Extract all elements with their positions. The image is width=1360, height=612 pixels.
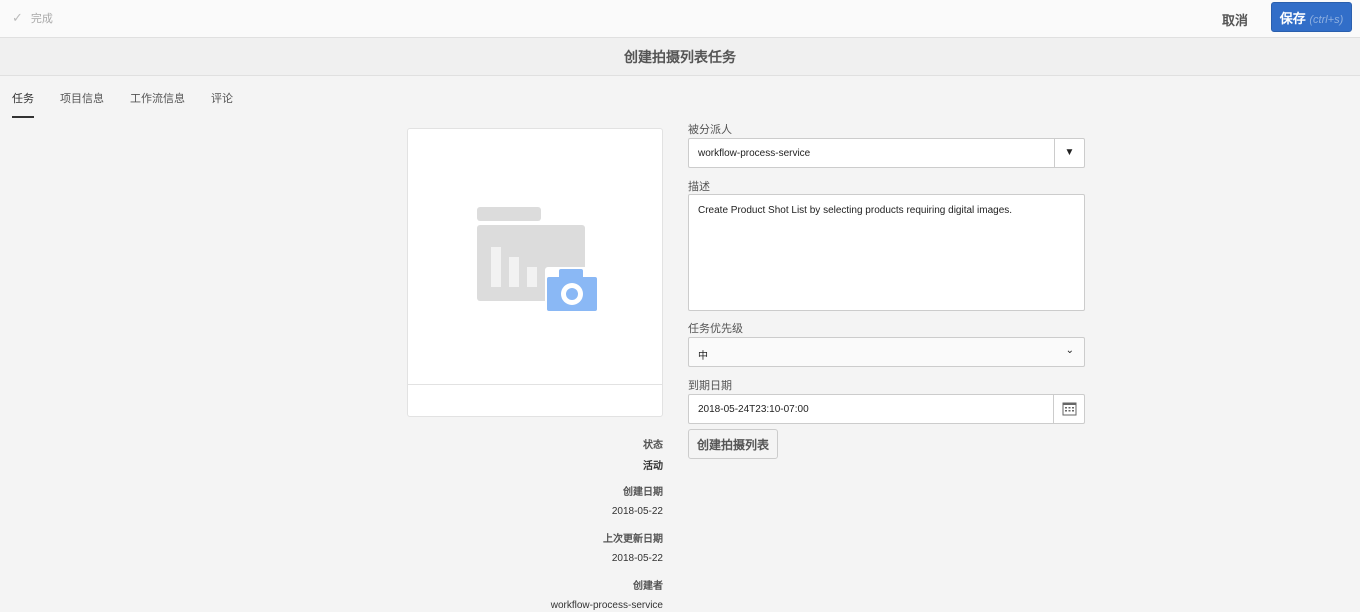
- due-date-label: 到期日期: [688, 380, 732, 392]
- meta-key: 创建日期: [623, 487, 663, 498]
- due-date-input[interactable]: 2018-05-24T23:10-07:00: [688, 394, 1085, 424]
- meta-status: 状态 活动: [407, 436, 663, 472]
- assignee-value: workflow-process-service: [698, 148, 811, 159]
- meta-value: 2018-05-22: [611, 506, 663, 517]
- meta-value: workflow-process-service: [550, 600, 663, 611]
- meta-created: 创建日期 2018-05-22: [407, 483, 663, 517]
- tab-comments[interactable]: 评论: [211, 90, 233, 118]
- thumbnail-card: [407, 128, 663, 417]
- due-date-value: 2018-05-24T23:10-07:00: [698, 404, 809, 415]
- save-label: 保存: [1279, 10, 1306, 26]
- meta-key: 状态: [643, 440, 663, 451]
- assignee-select[interactable]: workflow-process-service ▼: [688, 138, 1085, 168]
- meta-creator: 创建者 workflow-process-service: [407, 577, 663, 611]
- priority-value: 中: [698, 351, 708, 362]
- tab-bar: 任务 项目信息 工作流信息 评论: [12, 90, 233, 118]
- page-title: 创建拍摄列表任务: [0, 38, 1360, 76]
- meta-value: 2018-05-22: [611, 553, 663, 564]
- meta-key: 创建者: [633, 581, 663, 592]
- create-shot-list-button[interactable]: 创建拍摄列表: [688, 429, 779, 459]
- save-shortcut: (ctrl+s): [1309, 13, 1344, 26]
- card-divider: [408, 384, 662, 385]
- description-textarea[interactable]: Create Product Shot List by selecting pr…: [688, 194, 1085, 311]
- meta-key: 上次更新日期: [603, 534, 663, 545]
- chevron-down-icon: ⌄: [1065, 345, 1074, 356]
- done-button[interactable]: ✓ 完成: [12, 10, 53, 26]
- chevron-down-icon[interactable]: ▼: [1054, 139, 1084, 167]
- tab-project-info[interactable]: 项目信息: [60, 90, 104, 118]
- tab-workflow-info[interactable]: 工作流信息: [130, 90, 185, 118]
- cancel-button[interactable]: 取消: [1222, 10, 1248, 29]
- tab-task[interactable]: 任务: [12, 90, 34, 118]
- shot-list-thumbnail-icon: [477, 207, 599, 312]
- calendar-icon[interactable]: [1053, 395, 1084, 423]
- priority-select[interactable]: 中 ⌄: [688, 337, 1085, 367]
- action-bar: ✓ 完成 取消 保存 (ctrl+s): [0, 0, 1360, 38]
- description-label: 描述: [688, 181, 710, 193]
- done-label: 完成: [30, 13, 53, 25]
- checkmark-icon: ✓: [12, 10, 23, 25]
- meta-updated: 上次更新日期 2018-05-22: [407, 530, 663, 564]
- save-button[interactable]: 保存 (ctrl+s): [1271, 2, 1352, 32]
- priority-label: 任务优先级: [688, 323, 743, 335]
- meta-value: 活动: [643, 461, 663, 472]
- assignee-label: 被分派人: [688, 124, 732, 136]
